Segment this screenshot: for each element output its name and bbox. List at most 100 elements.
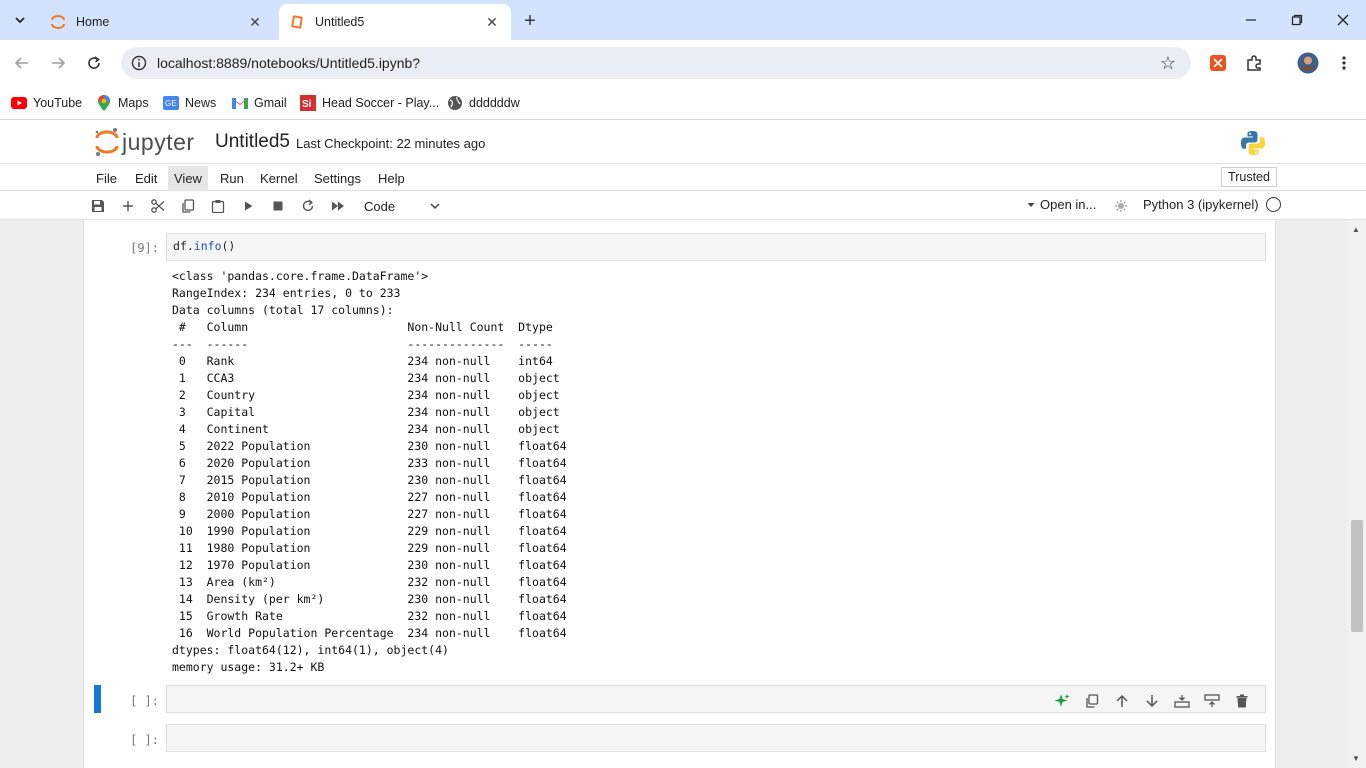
tab-home[interactable]: Home ✕: [40, 4, 274, 40]
fast-forward-icon: [332, 201, 344, 211]
plus-icon: [123, 201, 133, 211]
extensions-puzzle-icon[interactable]: [1242, 51, 1266, 75]
restart-icon: [302, 199, 314, 212]
kernel-status-icon: [1266, 197, 1281, 212]
menu-edit[interactable]: Edit: [129, 166, 163, 190]
duplicate-cell-icon[interactable]: [1077, 691, 1107, 711]
copy-button[interactable]: [178, 196, 198, 216]
menu-settings[interactable]: Settings: [308, 166, 367, 190]
url-text[interactable]: localhost:8889/notebooks/Untitled5.ipynb…: [157, 55, 1153, 71]
bookmark-gmail[interactable]: Gmail: [232, 92, 287, 114]
open-in-button[interactable]: Open in...: [1026, 197, 1096, 212]
more-menu-icon[interactable]: [1332, 51, 1356, 75]
bookmark-label: ddddddw: [469, 96, 520, 110]
python-logo-icon: [1239, 129, 1267, 157]
forward-button[interactable]: [44, 49, 72, 77]
bookmark-ddddddw[interactable]: ddddddw: [447, 92, 520, 114]
close-icon[interactable]: ✕: [246, 13, 264, 31]
tab-untitled5[interactable]: Untitled5 ✕: [279, 4, 511, 40]
bookmark-maps[interactable]: Maps: [96, 92, 149, 114]
run-button[interactable]: [238, 196, 258, 216]
bookmark-head-soccer[interactable]: Si Head Soccer - Play...: [300, 92, 439, 114]
globe-icon: [447, 95, 463, 111]
caret-down-icon: [1027, 202, 1035, 207]
insert-cell-button[interactable]: [118, 196, 138, 216]
jupyter-logo[interactable]: jupyter: [94, 127, 195, 157]
scrollbar-track[interactable]: [1348, 220, 1366, 768]
menu-help[interactable]: Help: [372, 166, 411, 190]
tab-title: Untitled5: [315, 15, 365, 29]
menu-run[interactable]: Run: [214, 166, 250, 190]
trash-icon[interactable]: [1227, 691, 1257, 711]
code-input[interactable]: df.info(): [166, 233, 1266, 261]
close-icon[interactable]: ✕: [483, 13, 501, 31]
notebook-favicon-icon: [289, 14, 305, 30]
browser-tab-strip: Home ✕ Untitled5 ✕ +: [0, 0, 1366, 40]
arrow-right-icon: [52, 57, 66, 69]
scroll-down-icon[interactable]: ▼: [1352, 754, 1360, 763]
execution-count: [9]:: [130, 241, 159, 255]
address-bar[interactable]: localhost:8889/notebooks/Untitled5.ipynb…: [121, 47, 1191, 79]
bookmark-label: Maps: [118, 96, 149, 110]
restore-button[interactable]: [1274, 0, 1320, 40]
interrupt-button[interactable]: [268, 196, 288, 216]
site-info-icon[interactable]: [123, 55, 155, 71]
youtube-icon: [11, 95, 27, 111]
insert-below-icon[interactable]: [1197, 691, 1227, 711]
move-up-icon[interactable]: [1107, 691, 1137, 711]
menu-file[interactable]: File: [90, 166, 123, 190]
chevron-down-icon: [430, 203, 440, 210]
clipboard-icon: [211, 200, 225, 213]
bookmark-label: News: [185, 96, 217, 110]
reload-button[interactable]: [80, 49, 108, 77]
scissors-icon: [151, 199, 165, 213]
bookmark-news[interactable]: GE News: [163, 92, 216, 114]
chevron-down-icon: [15, 17, 25, 24]
code-input[interactable]: [166, 724, 1266, 752]
save-icon: [92, 200, 104, 212]
minimize-button[interactable]: [1228, 0, 1274, 40]
jupyter-header: jupyter Untitled5 Last Checkpoint: 22 mi…: [0, 121, 1366, 163]
sparkle-ai-icon[interactable]: [1047, 691, 1077, 711]
code-cell-active[interactable]: [ ]:: [84, 685, 1277, 715]
extension-icon[interactable]: [1206, 51, 1230, 75]
news-icon: GE: [163, 95, 179, 111]
save-button[interactable]: [88, 196, 108, 216]
paste-button[interactable]: [208, 196, 228, 216]
restart-run-all-button[interactable]: [328, 196, 348, 216]
tab-search-button[interactable]: [8, 8, 32, 32]
bookmark-star-icon[interactable]: ☆: [1153, 53, 1183, 74]
insert-above-icon[interactable]: [1167, 691, 1197, 711]
cell-toolbar: [1047, 691, 1257, 711]
trusted-indicator[interactable]: Trusted: [1221, 167, 1277, 187]
code-cell[interactable]: [ ]:: [84, 724, 1277, 754]
new-tab-button[interactable]: +: [518, 9, 542, 33]
execution-count: [ ]:: [130, 733, 159, 747]
profile-avatar[interactable]: [1296, 51, 1320, 75]
menu-view[interactable]: View: [168, 166, 208, 190]
jupyter-wordmark: jupyter: [122, 128, 195, 155]
close-window-button[interactable]: [1320, 0, 1366, 40]
scroll-up-icon[interactable]: ▲: [1352, 225, 1360, 234]
kernel-name[interactable]: Python 3 (ipykernel): [1143, 197, 1259, 212]
menu-kernel[interactable]: Kernel: [254, 166, 304, 190]
scrollbar-thumb[interactable]: [1351, 520, 1363, 632]
bookmarks-bar: YouTube Maps GE News Gmail Si Head Socce…: [0, 86, 1366, 120]
cell-type-select[interactable]: Code: [359, 195, 443, 217]
close-icon: [1337, 14, 1349, 26]
tab-title: Home: [76, 15, 110, 29]
code-input[interactable]: [166, 685, 1266, 713]
bookmark-youtube[interactable]: YouTube: [11, 92, 82, 114]
kernel-busy-icon: [1111, 196, 1131, 216]
browser-toolbar: localhost:8889/notebooks/Untitled5.ipynb…: [0, 40, 1366, 86]
restart-button[interactable]: [298, 196, 318, 216]
back-button[interactable]: [8, 49, 36, 77]
move-down-icon[interactable]: [1137, 691, 1167, 711]
notebook-title[interactable]: Untitled5: [215, 131, 290, 153]
head-soccer-icon: Si: [300, 95, 316, 111]
play-icon: [245, 201, 253, 211]
notebook-toolbar: Code Open in... Python 3 (ipykernel): [0, 191, 1366, 220]
code-cell[interactable]: [9]: df.info() <class 'pandas.core.frame…: [84, 233, 1277, 683]
cut-button[interactable]: [148, 196, 168, 216]
code-object: df: [173, 239, 187, 253]
